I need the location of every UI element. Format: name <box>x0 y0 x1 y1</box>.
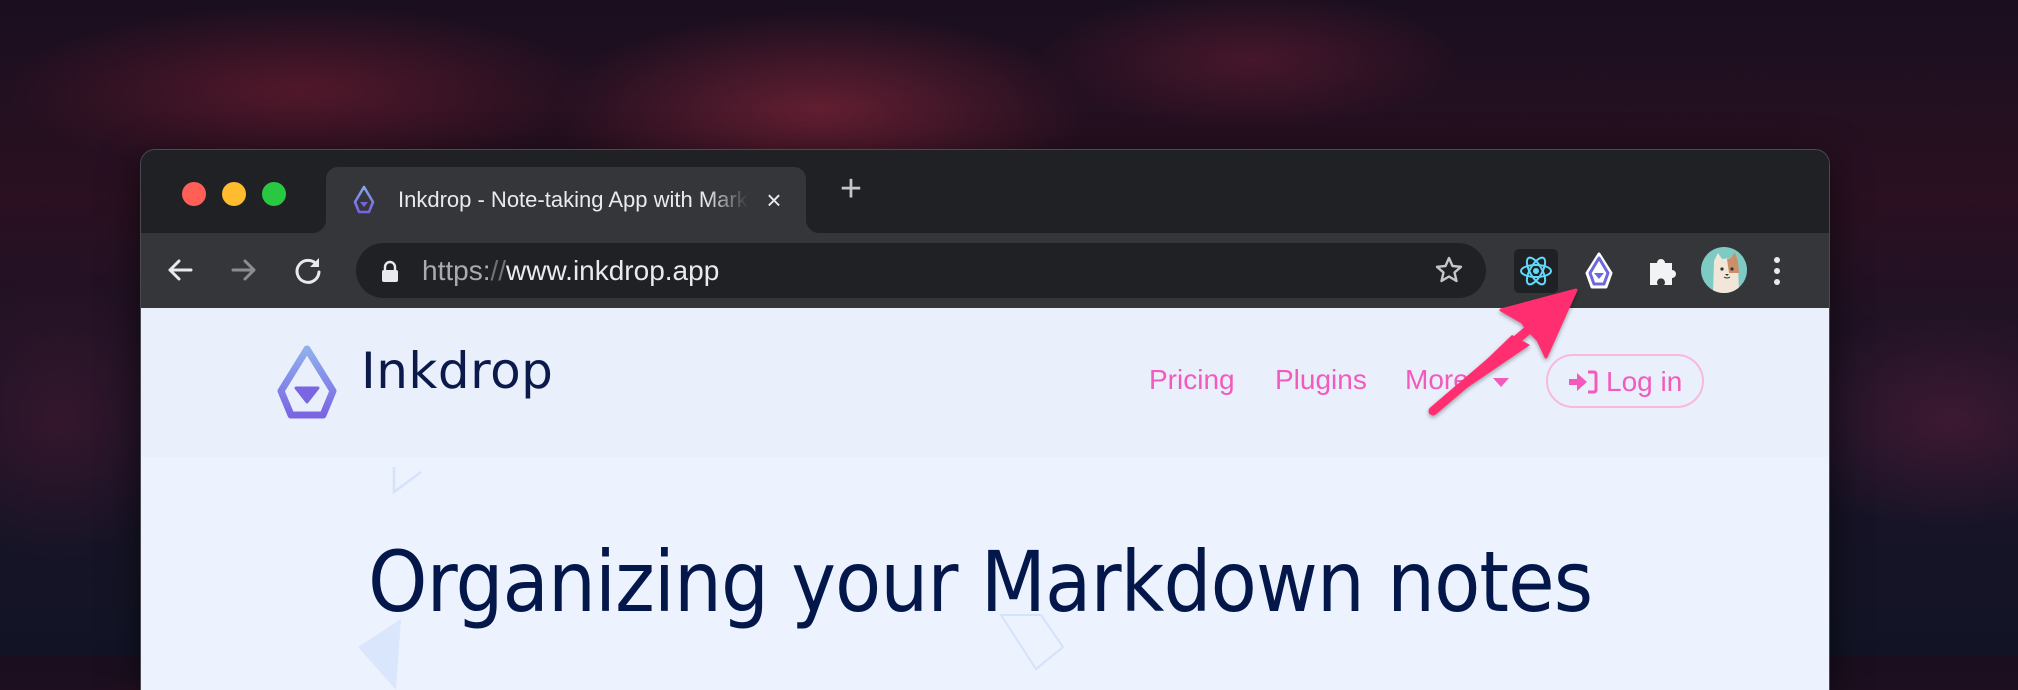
login-button[interactable]: Log in <box>1546 354 1704 408</box>
url-scheme: https: <box>422 255 491 286</box>
bookmark-star-icon[interactable] <box>1434 255 1464 285</box>
url-host: www.inkdrop.app <box>506 255 720 286</box>
nav-more-dropdown[interactable]: More <box>1405 364 1469 396</box>
inkdrop-logo-icon[interactable] <box>275 344 339 420</box>
minimize-window-button[interactable] <box>222 182 246 206</box>
inkdrop-favicon-icon <box>353 185 375 214</box>
tab-inkdrop[interactable]: Inkdrop - Note-taking App with Markdown … <box>326 167 806 233</box>
login-label: Log in <box>1606 366 1683 397</box>
site-header: Inkdrop Pricing Plugins More Log in <box>141 308 1829 457</box>
nav-pricing-link[interactable]: Pricing <box>1149 364 1235 396</box>
new-tab-button[interactable]: + <box>834 170 868 208</box>
nav-plugins-link[interactable]: Plugins <box>1275 364 1367 396</box>
browser-window: Inkdrop - Note-taking App with Markdown … <box>141 150 1829 690</box>
tab-bar: Inkdrop - Note-taking App with Markdown … <box>141 150 1829 233</box>
deco-shape-1 <box>392 467 422 495</box>
browser-toolbar: https://www.inkdrop.app <box>141 233 1829 308</box>
url-text[interactable]: https://www.inkdrop.app <box>422 255 719 287</box>
caret-down-icon[interactable] <box>1493 378 1509 387</box>
sign-in-icon <box>1569 370 1598 394</box>
url-separator: // <box>490 255 507 286</box>
back-arrow-icon[interactable] <box>161 251 199 289</box>
page-content: Inkdrop Pricing Plugins More Log in Orga… <box>141 308 1829 690</box>
tab-close-icon[interactable]: × <box>761 187 787 213</box>
forward-arrow-icon[interactable] <box>225 251 263 289</box>
inkdrop-extension-icon[interactable] <box>1577 249 1621 293</box>
close-window-button[interactable] <box>182 182 206 206</box>
react-devtools-icon[interactable] <box>1514 249 1558 293</box>
brand-name[interactable]: Inkdrop <box>361 342 553 400</box>
lock-icon <box>382 260 398 282</box>
hero-title: Organizing your Markdown notes <box>368 533 1593 631</box>
dog-avatar-icon <box>1713 252 1739 293</box>
tab-title: Inkdrop - Note-taking App with Markdown <box>398 187 748 212</box>
reload-icon[interactable] <box>289 251 327 289</box>
extensions-puzzle-icon[interactable] <box>1641 249 1685 293</box>
maximize-window-button[interactable] <box>262 182 286 206</box>
kebab-menu-icon[interactable] <box>1767 251 1787 291</box>
address-bar[interactable]: https://www.inkdrop.app <box>356 243 1486 298</box>
profile-avatar[interactable] <box>1701 247 1747 293</box>
